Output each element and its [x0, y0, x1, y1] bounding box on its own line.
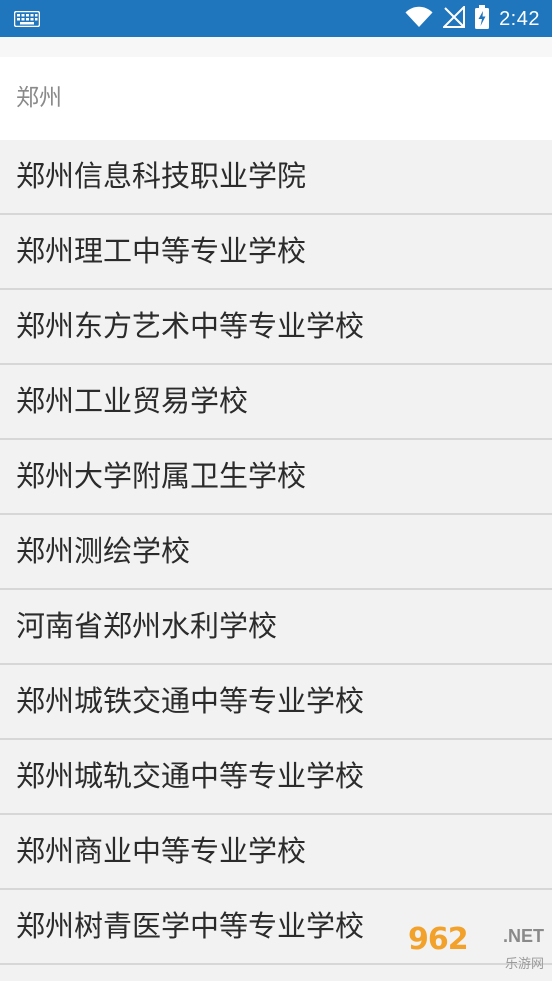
school-name: 郑州工业贸易学校	[16, 384, 249, 418]
watermark-logo: 962 .NET 乐游网	[408, 923, 544, 975]
school-name: 河南省郑州水利学校	[16, 609, 278, 643]
list-item[interactable]: 郑州大学附属卫生学校	[0, 440, 552, 515]
school-name: 郑州信息科技职业学院	[16, 159, 307, 193]
school-name: 郑州东方艺术中等专业学校	[16, 309, 365, 343]
list-item[interactable]: 郑州东方艺术中等专业学校	[0, 290, 552, 365]
list-item[interactable]: 郑州工业贸易学校	[0, 365, 552, 440]
list-item[interactable]: 河南省郑州水利学校	[0, 590, 552, 665]
search-field[interactable]: 郑州	[0, 57, 552, 140]
list-item[interactable]: 郑州测绘学校	[0, 515, 552, 590]
school-name: 郑州商业中等专业学校	[16, 834, 307, 868]
search-query: 郑州	[16, 85, 62, 111]
school-name: 郑州城轨交通中等专业学校	[16, 759, 365, 793]
school-name: 郑州测绘学校	[16, 534, 191, 568]
top-spacer	[0, 37, 552, 57]
school-name: 郑州树青医学中等专业学校	[16, 909, 365, 943]
watermark-number: 962	[408, 922, 469, 957]
school-name: 郑州理工中等专业学校	[16, 234, 307, 268]
status-icons: 2:42	[405, 4, 540, 33]
list-item[interactable]: 郑州城铁交通中等专业学校	[0, 665, 552, 740]
school-results-list: 郑州信息科技职业学院 郑州理工中等专业学校 郑州东方艺术中等专业学校 郑州工业贸…	[0, 140, 552, 965]
list-item[interactable]: 郑州城轨交通中等专业学校	[0, 740, 552, 815]
status-bar: 2:42	[0, 0, 552, 37]
signal-off-icon	[441, 4, 466, 32]
battery-charging-icon	[475, 5, 490, 33]
wifi-icon	[405, 6, 433, 32]
keyboard-icon	[13, 10, 41, 28]
watermark-subtitle: 乐游网	[504, 957, 544, 972]
school-name: 郑州大学附属卫生学校	[16, 459, 307, 493]
list-item[interactable]: 郑州理工中等专业学校	[0, 215, 552, 290]
watermark-net: .NET	[502, 926, 544, 946]
status-time: 2:42	[499, 7, 540, 30]
list-item[interactable]: 郑州信息科技职业学院	[0, 140, 552, 215]
school-name: 郑州城铁交通中等专业学校	[16, 684, 365, 718]
list-item[interactable]: 郑州商业中等专业学校	[0, 815, 552, 890]
